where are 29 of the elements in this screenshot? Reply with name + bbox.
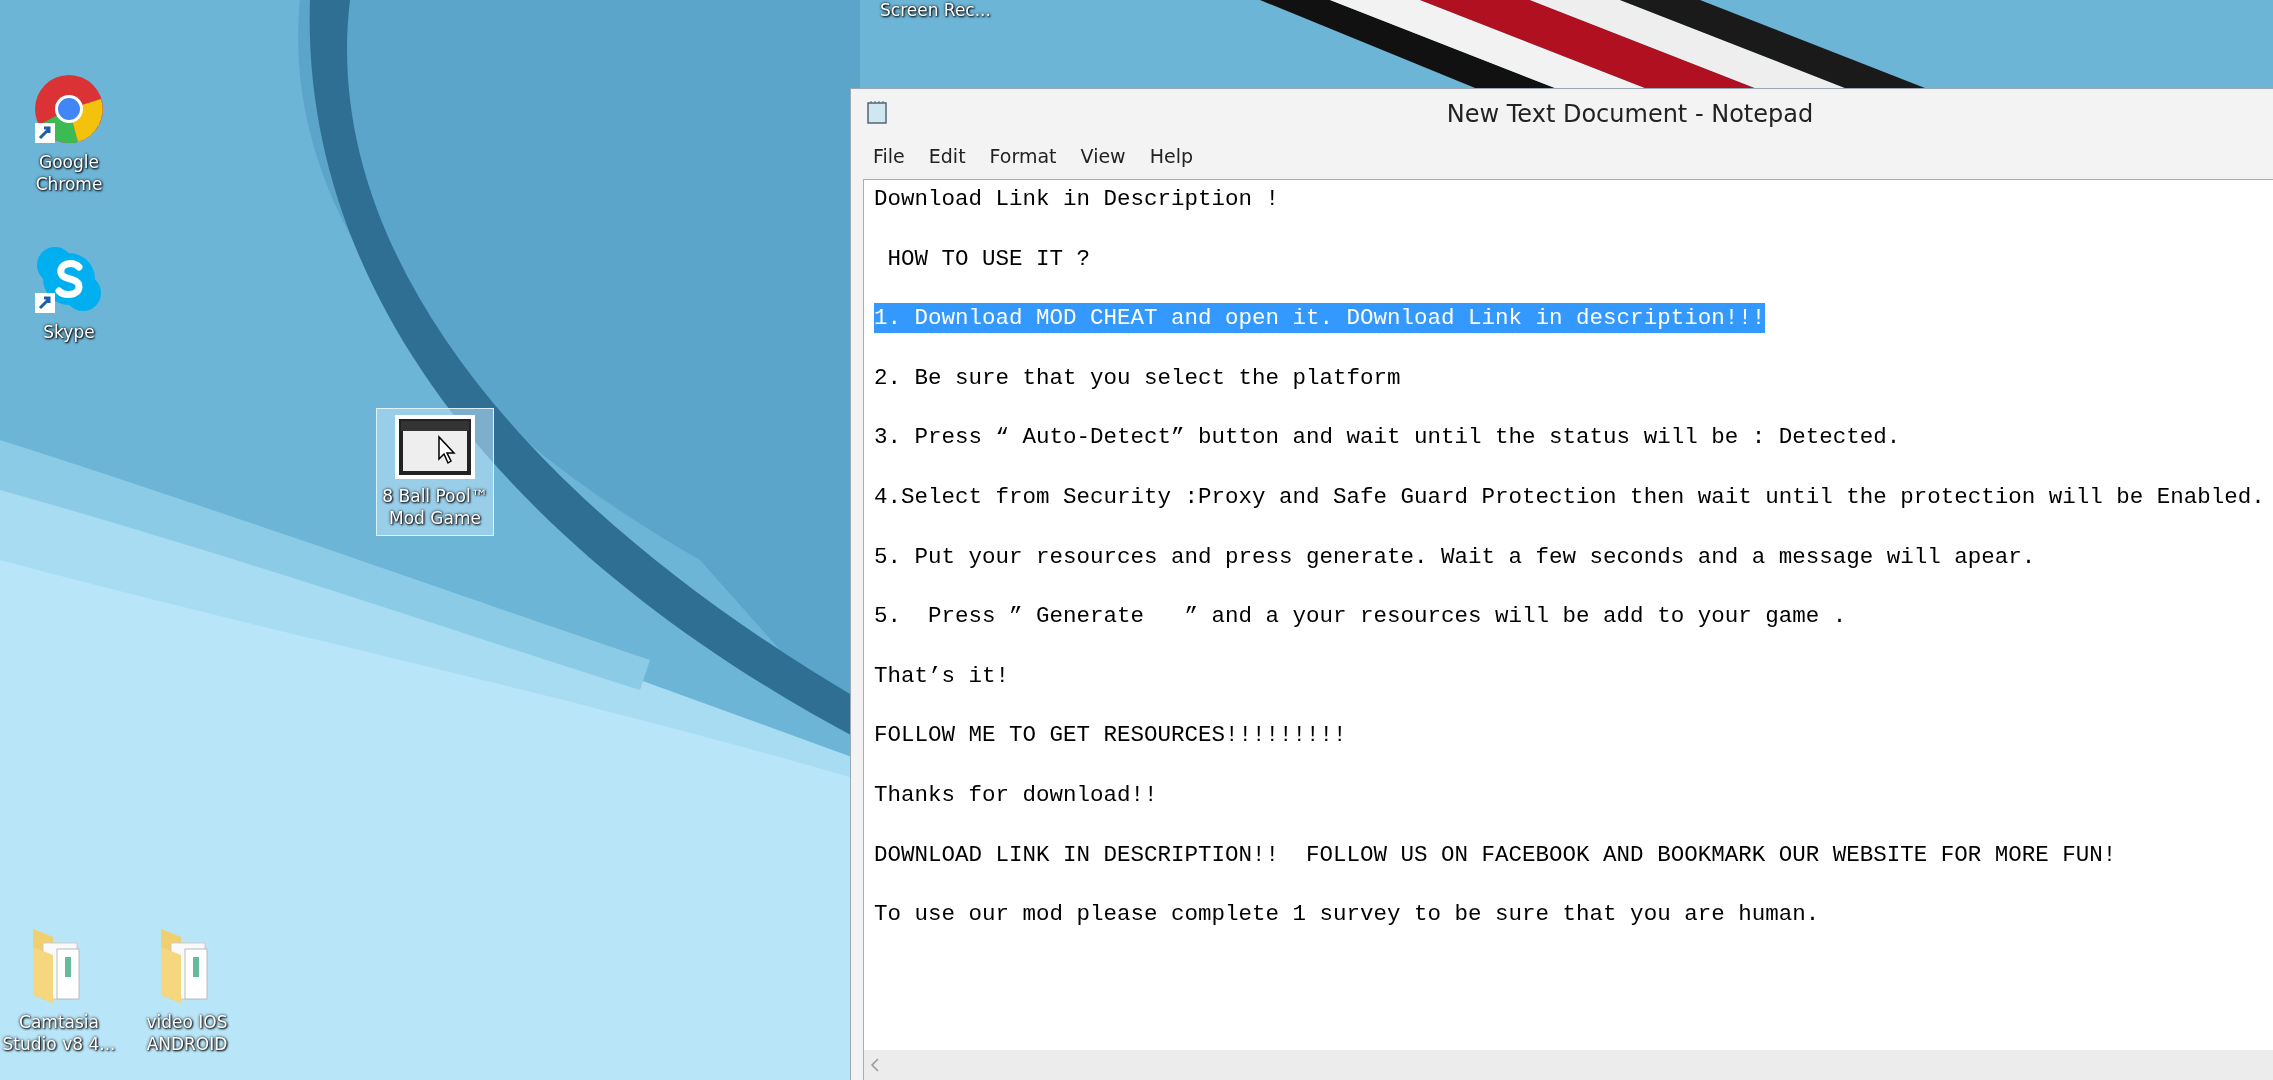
text-line: 5. Press ” Generate ” and a your resources will be add to your game . [874,602,1847,632]
text-line: That’s it! [874,661,1010,691]
menu-item[interactable]: Format [977,145,1069,167]
icon-label: 8 Ball Pool™ Mod Game [382,485,488,529]
menu-item[interactable]: View [1068,145,1138,167]
icon-label: video IOS ANDROID [146,1011,228,1055]
text-line: HOW TO USE IT ? [886,244,1091,274]
scroll-left-icon[interactable] [870,1058,880,1072]
menu-item[interactable]: Edit [916,145,978,167]
window-title: New Text Document - Notepad [1446,100,1814,128]
icon-label: Camtasia Studio v8 4... [2,1011,116,1055]
notepad-icon [865,101,889,125]
icon-label: Google Chrome [35,151,103,195]
browser-icon [33,73,105,145]
text-line: 2. Be sure that you select the platform [874,363,1401,393]
icon-label: Screen Rec... [880,0,991,20]
app-window-icon [395,415,475,479]
icon-label: Skype [43,321,95,343]
text-line: 5. Put your resources and press generate. Wait a few seconds and a message will apear. [874,542,2036,572]
text-line: To use our mod please complete 1 survey to be sure that you are human. [874,900,1820,930]
text-line: 3. Press “ Auto-Detect” button and wait until the status will be : Detected. [874,423,1901,453]
text-line: 4.Select from Security :Proxy and Safe Guard Protection then wait until the protection will be Enabled. [874,482,2265,512]
menu-item[interactable]: Help [1137,145,1205,167]
menu-item[interactable]: File [861,145,917,167]
text-line: FOLLOW ME TO GET RESOURCES!!!!!!!!! [874,721,1347,751]
text-line: DOWNLOAD LINK IN DESCRIPTION!! FOLLOW US ON FACEBOOK AND BOOKMARK OUR WEBSITE FOR MORE FUN! [874,840,2117,870]
text-line: Thanks for download!! [874,780,1158,810]
horizontal-scrollbar[interactable] [864,1050,2273,1080]
text-line: Download Link in Description ! [874,185,1280,214]
